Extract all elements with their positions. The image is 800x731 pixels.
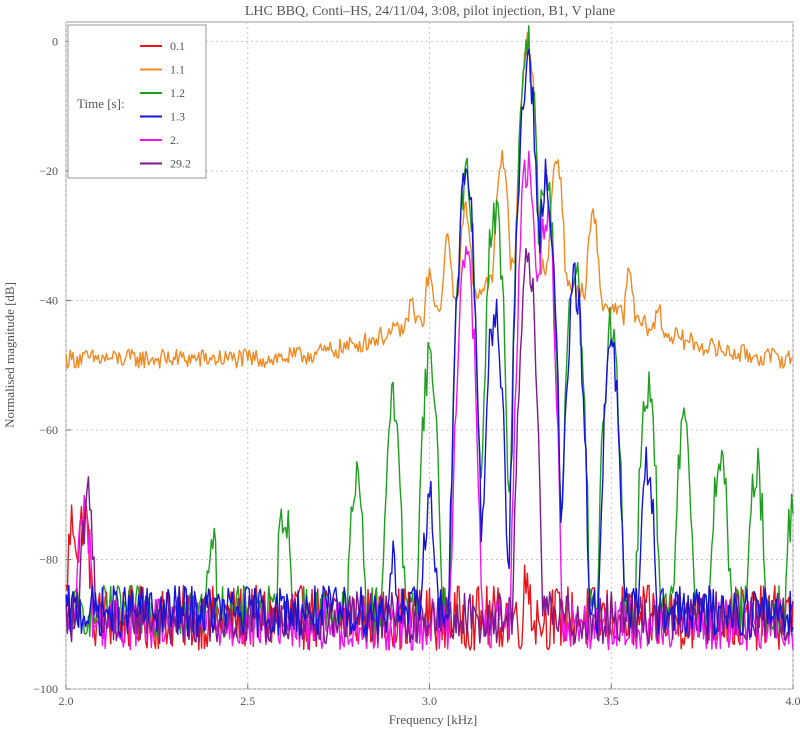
x-tick-label: 2.5 [240,694,255,708]
x-axis-label: Frequency [kHz] [389,712,477,727]
y-tick-label: −20 [39,164,58,178]
y-tick-label: −100 [33,682,58,696]
legend-item-label: 1.2 [170,86,185,100]
legend: Time [s]: 0.1 1.1 1.2 1.3 2. 29.2 [67,24,207,179]
legend-item-label: 29.2 [170,157,191,171]
spectrum-chart: 2.0 2.5 3.0 3.5 4.0 0 −20 −40 −60 −80 −100 LHC BBQ… [2,4,800,727]
y-tick-label: −40 [39,293,58,307]
y-axis-label: Normalised magnitude [dB] [2,282,17,428]
legend-item-label: 1.3 [170,110,185,124]
chart-title: LHC BBQ, Conti–HS, 24/11/04, 3:08, pilot… [245,4,615,19]
legend-title: Time [s]: [77,96,125,111]
y-tick-label: −60 [39,423,58,437]
x-tick-label: 3.5 [604,694,619,708]
legend-item-label: 2. [170,133,179,147]
y-tick-label: 0 [52,34,58,48]
y-tick-label: −80 [39,552,58,566]
legend-item-label: 1.1 [170,63,185,77]
legend-item-label: 0.1 [170,39,185,53]
x-tick-label: 4.0 [786,694,800,708]
x-tick-label: 3.0 [422,694,437,708]
x-tick-label: 2.0 [59,694,74,708]
